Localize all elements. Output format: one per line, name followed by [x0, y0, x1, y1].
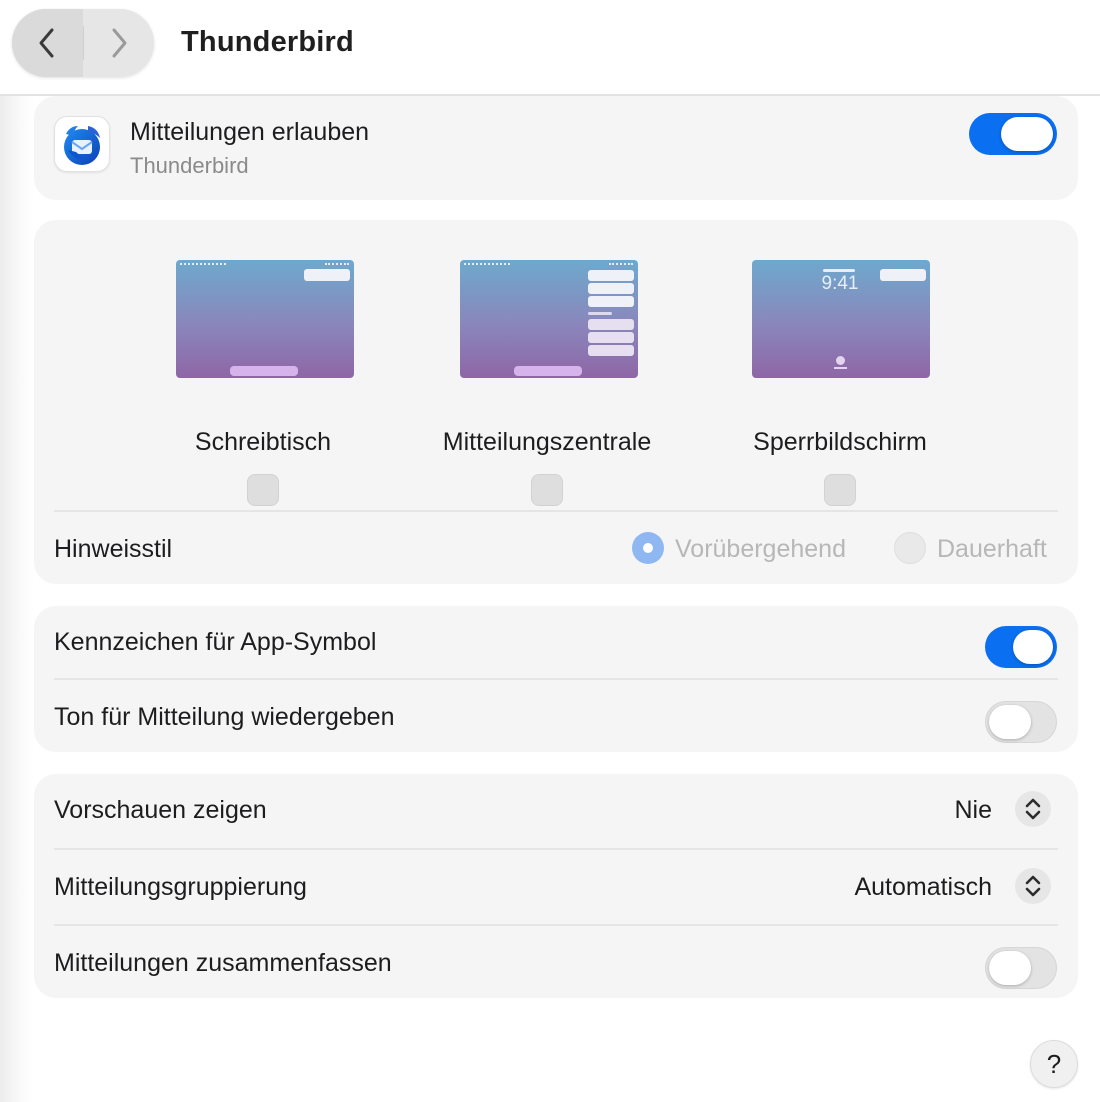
forward-button[interactable]	[84, 9, 155, 77]
user-name-mock	[834, 367, 847, 369]
persistent-radio[interactable]	[894, 532, 926, 564]
chevron-right-icon	[112, 28, 127, 58]
back-button[interactable]	[12, 9, 83, 77]
notification-center-preview[interactable]	[460, 260, 638, 378]
banner-mock	[304, 269, 350, 281]
sound-toggle[interactable]	[985, 701, 1057, 743]
summarize-toggle[interactable]	[985, 947, 1057, 989]
user-avatar-mock	[836, 356, 845, 365]
style-label-desktop: Schreibtisch	[194, 428, 332, 456]
previews-popup-value[interactable]: Nie	[954, 796, 992, 825]
allow-notifications-label: Mitteilungen erlauben	[130, 118, 370, 146]
separator	[54, 678, 1058, 680]
thunderbird-app-icon	[54, 116, 110, 172]
toggle-knob	[1001, 117, 1053, 151]
separator	[54, 848, 1058, 850]
badge-sound-card: Kennzeichen für App-Symbol Ton für Mitte…	[34, 606, 1078, 752]
banner-mock	[880, 269, 926, 281]
badges-label: Kennzeichen für App-Symbol	[54, 628, 377, 656]
nc-item	[588, 345, 634, 356]
temporary-radio-label: Vorübergehend	[675, 535, 846, 563]
grouping-popup-button[interactable]	[1015, 868, 1051, 904]
previews-popup-button[interactable]	[1015, 791, 1051, 827]
menubar-dots	[180, 263, 226, 265]
toggle-knob	[989, 951, 1031, 985]
grouping-label: Mitteilungsgruppierung	[54, 873, 307, 901]
menubar-status	[325, 263, 349, 265]
dock-mock	[230, 366, 298, 376]
allow-notifications-toggle[interactable]	[969, 113, 1057, 155]
separator	[54, 510, 1058, 512]
dock-mock	[514, 366, 582, 376]
persistent-radio-label: Dauerhaft	[937, 535, 1047, 563]
sound-label: Ton für Mitteilung wiedergeben	[54, 703, 395, 731]
desktop-preview[interactable]	[176, 260, 354, 378]
temporary-radio[interactable]	[632, 532, 664, 564]
navigation-buttons	[12, 9, 154, 77]
style-label-lock-screen: Sperrbildschirm	[753, 428, 927, 456]
badges-toggle[interactable]	[985, 626, 1057, 668]
nc-item	[588, 296, 634, 307]
menubar-dots	[464, 263, 510, 265]
summarize-label: Mitteilungen zusammenfassen	[54, 949, 392, 977]
nc-divider	[588, 312, 612, 315]
previews-label: Vorschauen zeigen	[54, 796, 267, 824]
thunderbird-logo-icon	[64, 126, 100, 165]
chevron-up-down-icon	[1025, 798, 1041, 820]
nc-item	[588, 283, 634, 294]
lock-screen-checkbox[interactable]	[824, 474, 856, 506]
nc-item	[588, 319, 634, 330]
alert-style-card: Schreibtisch Mitteilungszentrale 9:41 Sp…	[34, 220, 1078, 584]
nc-item	[588, 332, 634, 343]
sidebar-edge	[0, 96, 34, 1102]
lock-screen-preview[interactable]: 9:41	[752, 260, 930, 378]
hint-style-label: Hinweisstil	[54, 535, 173, 563]
help-button[interactable]: ?	[1030, 1040, 1078, 1088]
toggle-knob	[1013, 630, 1053, 664]
preview-grouping-card: Vorschauen zeigen Nie Mitteilungsgruppie…	[34, 774, 1078, 998]
app-name-subtitle: Thunderbird	[130, 153, 249, 178]
date-mock	[823, 269, 855, 272]
desktop-checkbox[interactable]	[247, 474, 279, 506]
grouping-popup-value[interactable]: Automatisch	[854, 873, 992, 902]
toggle-knob	[989, 705, 1031, 739]
chevron-up-down-icon	[1025, 875, 1041, 897]
separator	[54, 924, 1058, 926]
allow-notifications-card: Mitteilungen erlauben Thunderbird	[34, 96, 1078, 200]
chevron-left-icon	[39, 28, 54, 58]
toolbar: Thunderbird	[0, 0, 1100, 96]
nc-item	[588, 270, 634, 281]
page-title: Thunderbird	[181, 26, 354, 58]
menubar-status	[609, 263, 633, 265]
style-label-notification-center: Mitteilungszentrale	[442, 428, 652, 456]
notification-center-checkbox[interactable]	[531, 474, 563, 506]
